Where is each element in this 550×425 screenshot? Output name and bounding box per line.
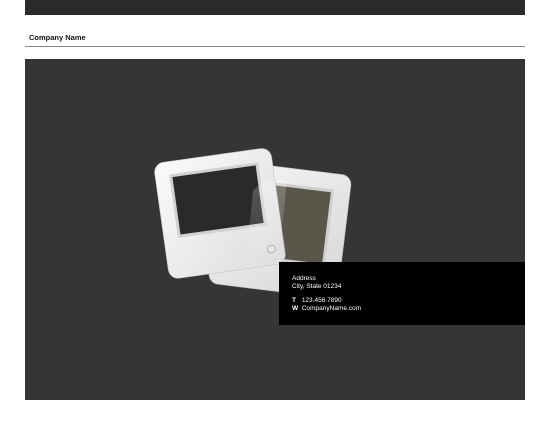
company-name: Company Name <box>29 33 86 42</box>
web-label: W <box>292 305 299 312</box>
main-panel: Address City, State 01234 T 123.456.7890… <box>25 59 525 400</box>
phone-label: T <box>292 297 296 304</box>
top-bar <box>25 0 525 15</box>
header-divider <box>25 46 525 47</box>
website-link[interactable]: CompanyName.com <box>302 305 361 312</box>
web-line: W CompanyName.com <box>292 305 361 313</box>
address-line2: City, State 01234 <box>292 283 342 290</box>
phone-line: T 123.456.7890 <box>292 297 342 305</box>
address-line1: Address <box>292 275 316 282</box>
phone-number: 123.456.7890 <box>301 297 342 304</box>
photo-slides-icon <box>154 148 352 298</box>
contact-box: Address City, State 01234 T 123.456.7890… <box>279 262 525 325</box>
